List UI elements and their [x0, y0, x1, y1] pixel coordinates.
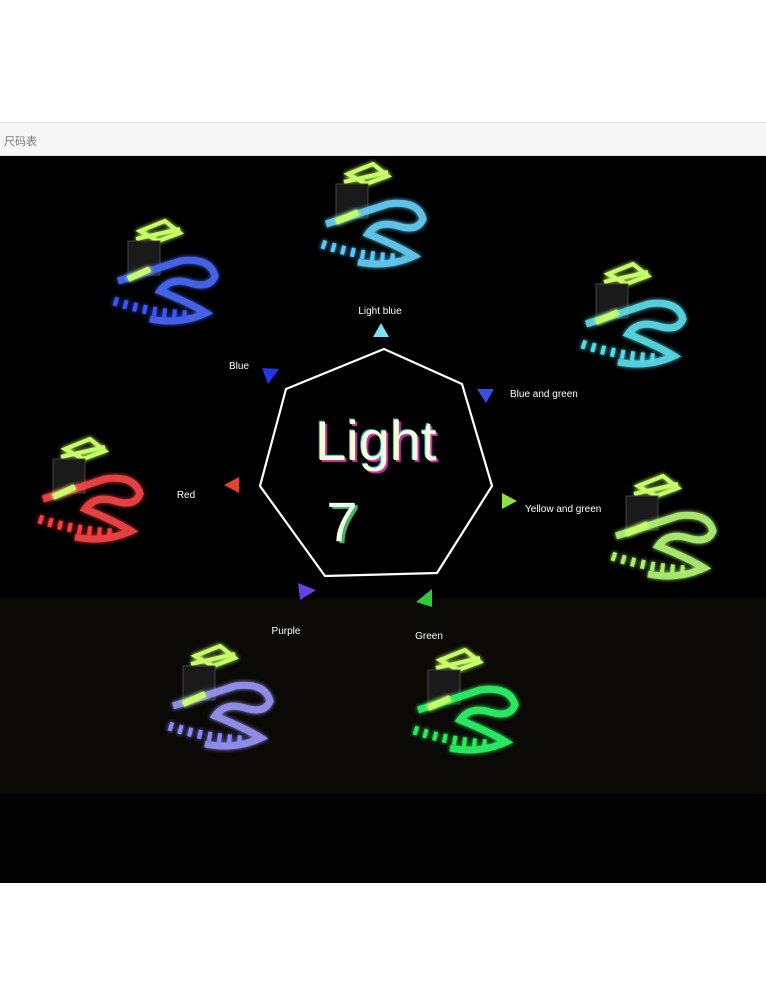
- marker-red: Red: [177, 477, 239, 501]
- light-title: Light: [315, 409, 437, 472]
- shoe-cyan-image: [580, 261, 687, 368]
- shoe-blue-image: [112, 218, 219, 325]
- product-banner-image: Light Light Light 7 7 Light blue Blue an…: [0, 156, 766, 883]
- label-blue: Blue: [229, 361, 249, 372]
- size-chart-tab[interactable]: 尺码表: [4, 133, 37, 149]
- triangle-icon: [502, 493, 517, 509]
- marker-light-blue: Light blue: [358, 306, 402, 337]
- label-purple: Purple: [272, 626, 301, 637]
- label-blue-and-green: Blue and green: [510, 389, 578, 400]
- marker-blue-and-green: Blue and green: [477, 389, 578, 403]
- label-light-blue: Light blue: [358, 306, 402, 317]
- label-yellow-and-green: Yellow and green: [525, 504, 601, 515]
- triangle-icon: [224, 477, 239, 493]
- shoe-yellow-green-image: [610, 473, 717, 580]
- marker-blue: Blue: [229, 361, 279, 384]
- floor-band: [0, 598, 766, 794]
- triangle-icon: [298, 583, 316, 600]
- tab-bar: 尺码表: [0, 122, 766, 156]
- floor-shadow: [0, 794, 766, 883]
- banner-graphic: Light Light Light 7 7 Light blue Blue an…: [0, 161, 766, 883]
- triangle-icon: [262, 368, 279, 384]
- shoe-light-blue-image: [320, 161, 427, 268]
- triangle-icon: [477, 389, 494, 403]
- triangle-icon: [373, 323, 389, 337]
- light-count: 7: [326, 490, 357, 553]
- marker-yellow-and-green: Yellow and green: [502, 493, 601, 515]
- shoe-red-image: [37, 436, 144, 543]
- label-red: Red: [177, 490, 195, 501]
- label-green: Green: [415, 631, 443, 642]
